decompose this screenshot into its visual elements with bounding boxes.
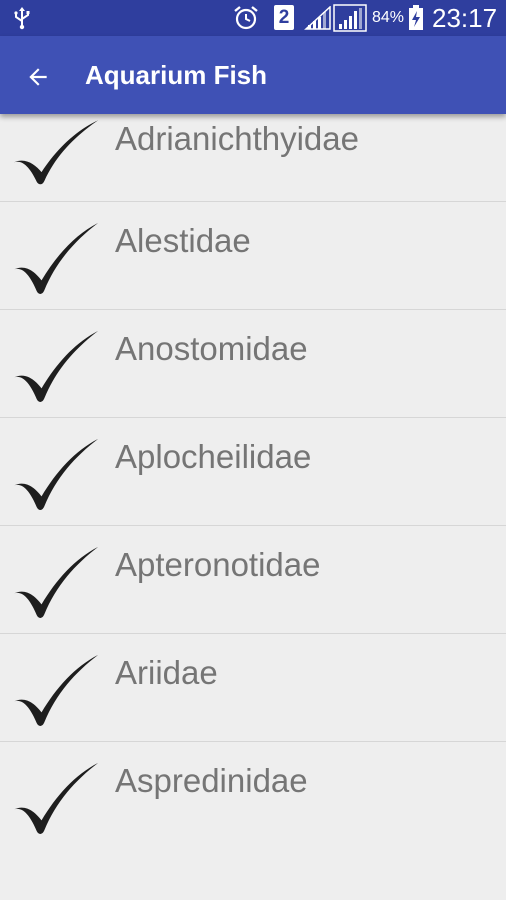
list-item-label: Ariidae xyxy=(115,654,218,691)
back-arrow-icon xyxy=(29,68,47,86)
sim-icon: 2 xyxy=(274,5,294,30)
checkmark-icon xyxy=(13,546,99,618)
list-item[interactable]: Apteronotidae xyxy=(0,526,506,634)
family-list: Adrianichthyidae Alestidae Anostomidae Aplo… xyxy=(0,114,506,849)
app-bar: Aquarium Fish xyxy=(0,36,506,114)
list-item-label: Aspredinidae xyxy=(115,762,308,799)
alarm-icon xyxy=(234,6,258,30)
list-item-label: Apteronotidae xyxy=(115,546,321,583)
battery-percent: 84% xyxy=(372,9,405,26)
list-item[interactable]: Aspredinidae xyxy=(0,742,506,849)
checkmark-icon xyxy=(13,762,99,834)
list-item-label: Alestidae xyxy=(115,222,251,259)
list-item[interactable]: Anostomidae xyxy=(0,310,506,418)
list-item[interactable]: Ariidae xyxy=(0,634,506,742)
list-item-label: Aplocheilidae xyxy=(115,438,312,475)
list-item[interactable]: Alestidae xyxy=(0,202,506,310)
signal-icon xyxy=(333,4,367,32)
checkmark-icon xyxy=(13,120,99,185)
checkmark-icon xyxy=(13,654,99,726)
list-item[interactable]: Aplocheilidae xyxy=(0,418,506,526)
list-item-label: Anostomidae xyxy=(115,330,308,367)
checkmark-icon xyxy=(13,222,99,294)
page-title: Aquarium Fish xyxy=(85,60,268,90)
battery-charging-icon xyxy=(409,5,423,30)
signal-icon xyxy=(304,6,331,30)
usb-icon xyxy=(14,7,30,30)
list-item-label: Adrianichthyidae xyxy=(115,120,359,157)
checkmark-icon xyxy=(13,438,99,510)
checkmark-icon xyxy=(13,330,99,402)
clock: 23:17 xyxy=(432,3,498,33)
status-bar: 2 84% 23:17 xyxy=(0,0,506,36)
list-item[interactable]: Adrianichthyidae xyxy=(0,114,506,202)
back-button[interactable] xyxy=(14,53,62,101)
